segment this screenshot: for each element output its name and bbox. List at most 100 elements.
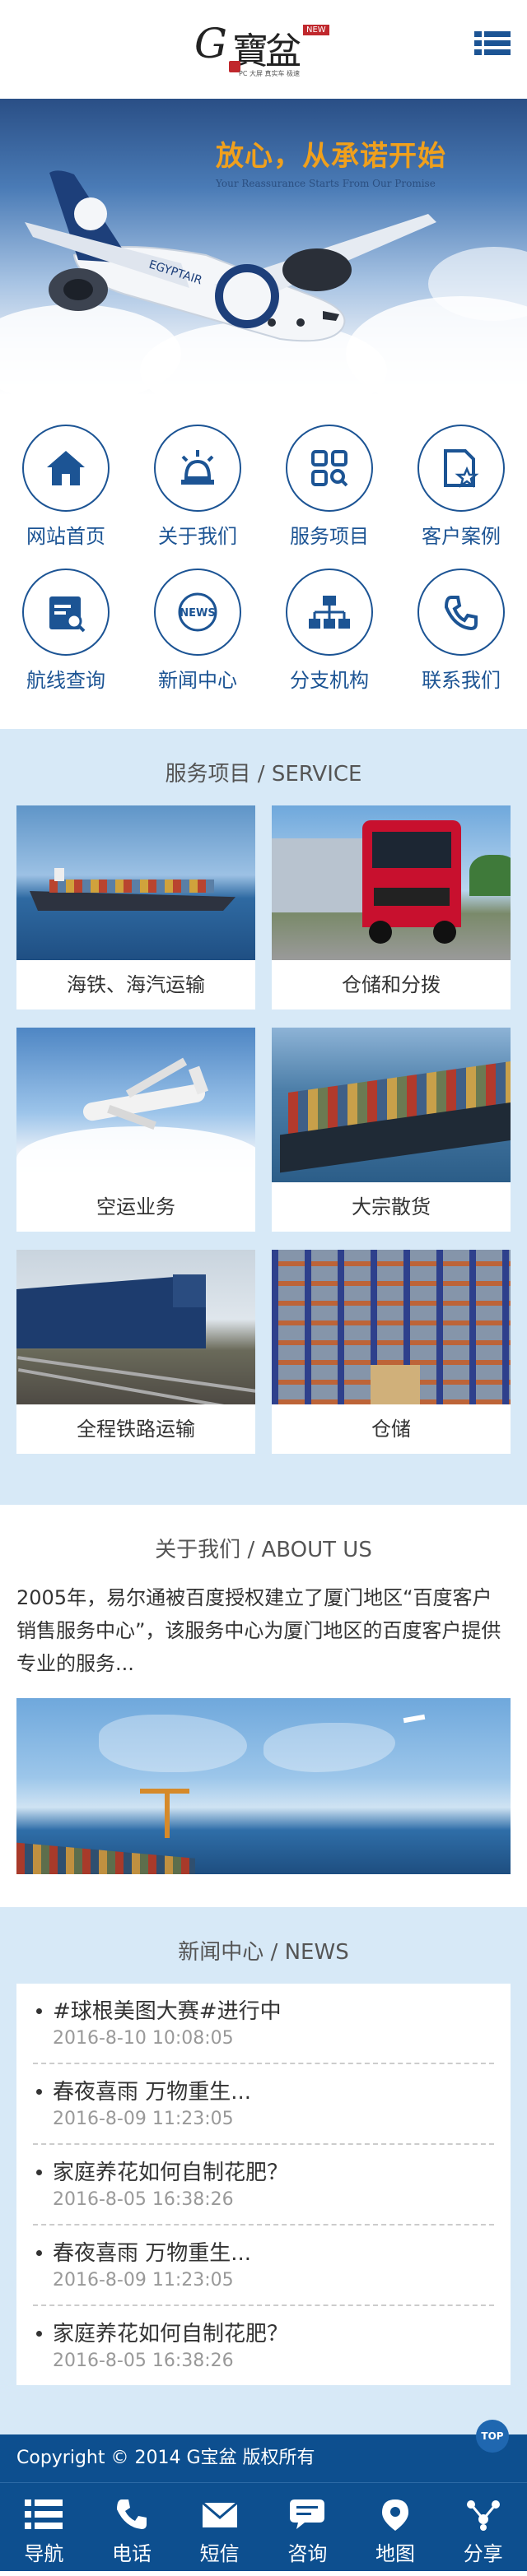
about-text: 2005年，易尔通被百度授权建立了厦门地区“百度客户销售服务中心”，该服务中心为… (16, 1586, 501, 1675)
toolbar-label: 咨询 (287, 2542, 328, 2565)
about-title-en: ABOUT US (261, 1538, 372, 1562)
news-item-title: 春夜喜雨 万物重生... (53, 2080, 252, 2105)
about-section: 关于我们 / ABOUT US 2005年，易尔通被百度授权建立了厦门地区“百度… (0, 1505, 527, 1907)
toolbar-label: 地图 (375, 2542, 416, 2565)
news-item-date: 2016-8-05 16:38:26 (53, 2189, 234, 2210)
news-item[interactable]: #球根美图大赛#进行中 2016-8-10 10:08:05 (33, 1984, 494, 2064)
calendar-search-icon (22, 569, 110, 656)
toolbar-share[interactable]: 分享 (439, 2483, 527, 2571)
news-item[interactable]: 家庭养花如何自制花肥？ 2016-8-05 16:38:26 (33, 2145, 494, 2226)
nav-label: 服务项目 (290, 525, 369, 548)
envelope-icon (201, 2501, 238, 2527)
news-title-en: NEWS (284, 1940, 349, 1965)
nav-label: 关于我们 (158, 525, 237, 548)
services-title-cn: 服务项目 (165, 762, 251, 787)
nav-item-branches[interactable]: 分支机构 (264, 569, 395, 712)
hero-banner[interactable]: EGYPTAIR 放心，从承诺开始 Your Reassurance Start… (0, 99, 527, 395)
news-item-date: 2016-8-05 16:38:26 (53, 2351, 234, 2371)
toolbar-map[interactable]: 地图 (352, 2483, 440, 2571)
list-icon (25, 2499, 63, 2529)
logo-new-badge: NEW (303, 25, 329, 35)
phone-icon (417, 569, 505, 656)
nav-label: 客户案例 (422, 525, 501, 548)
nav-item-contact[interactable]: 联系我们 (395, 569, 527, 712)
chat-icon (290, 2499, 325, 2529)
org-chart-icon (286, 569, 373, 656)
service-label: 海铁、海汽运输 (67, 973, 205, 996)
title-separator: / (264, 1940, 285, 1965)
toolbar-label: 导航 (24, 2542, 64, 2565)
home-icon (22, 425, 110, 512)
nav-label: 网站首页 (26, 525, 105, 548)
header: G 寶盆 NEW PC 大屏 真实车 极速 (0, 0, 527, 99)
nav-label: 新闻中心 (158, 669, 237, 692)
nav-item-cases[interactable]: 客户案例 (395, 425, 527, 569)
nav-item-about[interactable]: 关于我们 (132, 425, 264, 569)
banner-title: 放心，从承诺开始 (216, 140, 446, 173)
footer: Copyright © 2014 G宝盆 版权所有 TOP (0, 2420, 527, 2482)
news-title: 新闻中心 / NEWS (16, 1935, 511, 1966)
service-card-warehouse[interactable]: 仓储 (272, 1250, 511, 1454)
service-label: 仓储 (371, 1418, 411, 1441)
port-world-map-image[interactable] (16, 1698, 511, 1874)
service-label: 仓储和分拨 (342, 973, 441, 996)
service-card-bulk-cargo[interactable]: 大宗散货 (272, 1028, 511, 1232)
service-label: 全程铁路运输 (77, 1418, 195, 1441)
title-separator: / (240, 1538, 262, 1562)
map-pin-icon (382, 2499, 409, 2531)
nav-item-services[interactable]: 服务项目 (264, 425, 395, 569)
menu-icon[interactable] (474, 31, 511, 64)
news-item[interactable]: 家庭养花如何自制花肥？ 2016-8-05 16:38:26 (33, 2306, 494, 2385)
news-list: #球根美图大赛#进行中 2016-8-10 10:08:05 春夜喜雨 万物重生… (16, 1984, 511, 2385)
service-label: 大宗散货 (352, 1195, 431, 1218)
nav-item-news[interactable]: NEWS 新闻中心 (132, 569, 264, 712)
nav-item-routes[interactable]: 航线查询 (0, 569, 132, 712)
toolbar-sms[interactable]: 短信 (175, 2483, 264, 2571)
services-title: 服务项目 / SERVICE (16, 757, 511, 787)
logo-subtitle: PC 大屏 真实车 极速 (239, 70, 301, 77)
service-card-sea-rail[interactable]: 海铁、海汽运输 (16, 805, 255, 1010)
news-item-date: 2016-8-09 11:23:05 (53, 2109, 234, 2129)
news-item-title: 家庭养花如何自制花肥？ (53, 2161, 289, 2185)
grid-search-icon (286, 425, 373, 512)
cargo-plane-image (16, 1028, 255, 1182)
logo-chinese: 寶盆 (232, 30, 301, 72)
service-card-warehouse-distribution[interactable]: 仓储和分拨 (272, 805, 511, 1010)
phone-icon (117, 2499, 147, 2529)
news-icon: NEWS (154, 569, 241, 656)
news-title-cn: 新闻中心 (178, 1940, 264, 1965)
service-card-air[interactable]: 空运业务 (16, 1028, 255, 1232)
news-item-title: 家庭养花如何自制花肥？ (53, 2322, 289, 2346)
news-item[interactable]: 春夜喜雨 万物重生... 2016-8-09 11:23:05 (33, 2226, 494, 2306)
logo-letter: G (194, 20, 227, 67)
document-star-icon (417, 425, 505, 512)
news-section: 新闻中心 / NEWS #球根美图大赛#进行中 2016-8-10 10:08:… (0, 1907, 527, 2434)
train-image (16, 1250, 255, 1404)
nav-grid: 网站首页 关于我们 服务项目 客户案例 航线查询 NEWS 新闻中心 分支机构 (0, 395, 527, 729)
cosco-ship-image (272, 1028, 511, 1182)
truck-image (272, 805, 511, 960)
nav-label: 分支机构 (290, 669, 369, 692)
warehouse-image (272, 1250, 511, 1404)
toolbar-nav[interactable]: 导航 (0, 2483, 88, 2571)
service-card-rail[interactable]: 全程铁路运输 (16, 1250, 255, 1454)
share-icon (466, 2500, 500, 2531)
svg-text:NEWS: NEWS (180, 607, 215, 620)
news-item-title: #球根美图大赛#进行中 (53, 1999, 282, 2024)
service-label: 空运业务 (96, 1195, 175, 1218)
toolbar-label: 分享 (463, 2542, 503, 2565)
toolbar-consult[interactable]: 咨询 (264, 2483, 352, 2571)
services-title-en: SERVICE (271, 762, 362, 787)
bottom-toolbar: 导航 电话 短信 咨询 地图 分享 (0, 2482, 527, 2571)
news-item[interactable]: 春夜喜雨 万物重生... 2016-8-09 11:23:05 (33, 2064, 494, 2145)
about-title-cn: 关于我们 (155, 1538, 241, 1562)
news-item-date: 2016-8-09 11:23:05 (53, 2270, 234, 2291)
toolbar-phone[interactable]: 电话 (88, 2483, 176, 2571)
back-to-top-button[interactable]: TOP (476, 2420, 509, 2453)
about-title: 关于我们 / ABOUT US (16, 1533, 511, 1563)
nav-item-home[interactable]: 网站首页 (0, 425, 132, 569)
title-separator: / (250, 762, 272, 787)
nav-label: 航线查询 (26, 669, 105, 692)
banner-subtitle: Your Reassurance Starts From Our Promise (216, 178, 436, 189)
logo[interactable]: G 寶盆 NEW PC 大屏 真实车 极速 (189, 18, 338, 84)
